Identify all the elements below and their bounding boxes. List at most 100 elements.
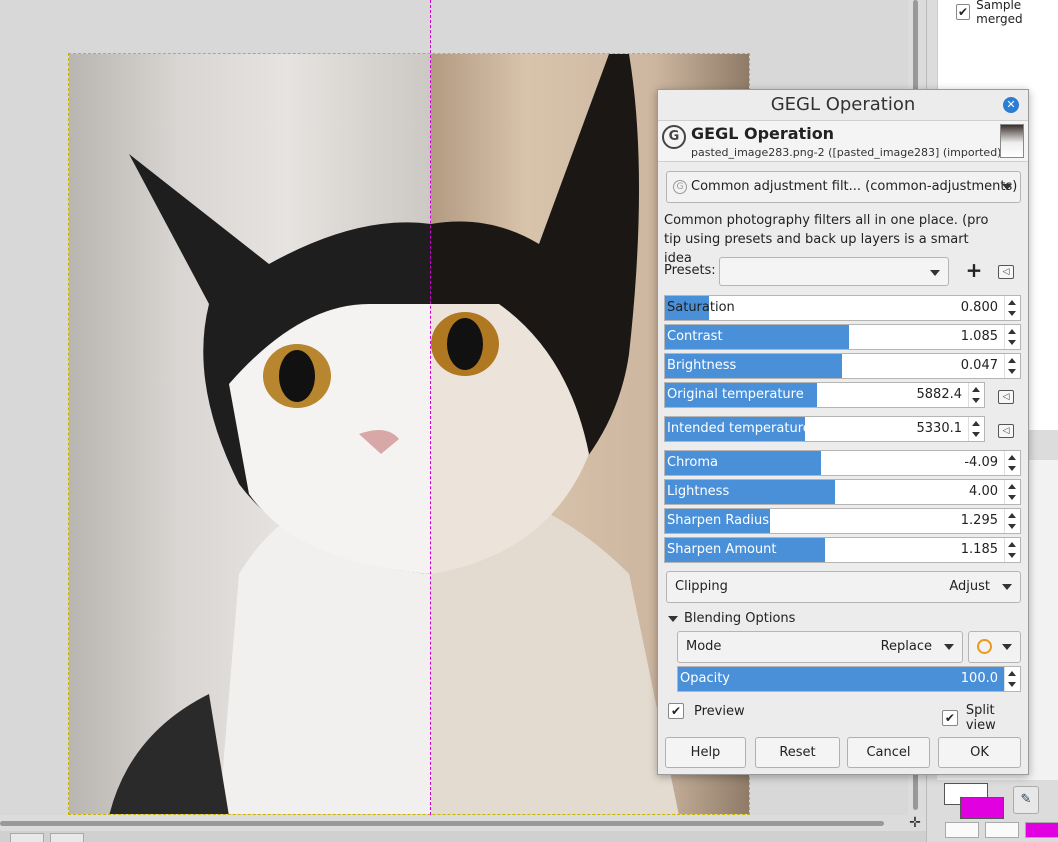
close-icon[interactable]: ✕ [1003,97,1019,113]
opacity-stepper[interactable] [1004,667,1020,691]
blending-options-label: Blending Options [684,611,796,626]
slider-label: Lightness [667,484,730,499]
slider-stepper[interactable] [1004,509,1020,533]
preview-label: Preview [694,703,745,719]
slider-value: 5882.4 [916,387,963,402]
image-thumbnail [1000,124,1024,158]
slider-sharpen-radius[interactable]: Sharpen Radius 1.295 [664,508,1021,534]
split-view-option[interactable]: ✔ Split view [942,703,1028,733]
help-button[interactable]: Help [665,737,746,768]
slider-value: 0.800 [960,300,998,315]
mode-label: Mode [686,639,722,654]
composite-mode-icon [977,639,992,654]
preview-option[interactable]: ✔ Preview [668,703,745,719]
horizontal-scroll-thumb[interactable] [0,821,884,826]
slider-lightness[interactable]: Lightness 4.00 [664,479,1021,505]
navigate-icon[interactable]: ✛ [904,815,926,831]
slider-brightness[interactable]: Brightness 0.047 [664,353,1021,379]
slider-value: 1.185 [960,542,998,557]
slider-value: 1.085 [960,329,998,344]
add-preset-icon[interactable]: + [963,259,985,283]
slider-value: -4.09 [964,455,998,470]
slider-stepper[interactable] [1004,480,1020,504]
vertical-guide[interactable] [430,0,431,815]
background-color-swatch[interactable] [960,797,1004,819]
slider-label: Chroma [667,455,718,470]
operation-select[interactable]: G Common adjustment filt... (common-adju… [666,171,1021,203]
slider-contrast[interactable]: Contrast 1.085 [664,324,1021,350]
slider-value: 4.00 [969,484,998,499]
image-layer[interactable] [68,53,750,815]
gegl-small-icon: G [673,180,687,194]
pattern-swatch[interactable] [1025,822,1058,838]
cat-photo [109,54,679,814]
slider-value: 5330.1 [916,421,963,436]
intended-temperature-picker-icon[interactable]: ◁ [998,424,1014,438]
sample-merged-checkbox[interactable]: ✔ [956,4,971,20]
slider-stepper[interactable] [1004,296,1020,320]
image-subtitle: pasted_image283.png-2 ([pasted_image283]… [691,146,1006,159]
sample-merged-label: Sample merged [976,0,1023,26]
slider-label: Intended temperature [667,421,811,436]
gegl-operation-dialog: GEGL Operation ✕ G GEGL Operation pasted… [657,89,1029,775]
clipping-value: Adjust [949,579,990,594]
slider-stepper[interactable] [968,417,984,441]
slider-label: Brightness [667,358,737,373]
blending-options-expander[interactable]: Blending Options [668,610,795,628]
preset-menu-icon[interactable]: ◁ [998,265,1014,279]
chevron-down-icon [944,644,954,650]
expander-arrow-icon [668,616,678,622]
cancel-button[interactable]: Cancel [847,737,930,768]
slider-label: Contrast [667,329,723,344]
split-view-label: Split view [965,703,996,733]
presets-combo[interactable] [719,257,949,286]
slider-chroma[interactable]: Chroma -4.09 [664,450,1021,476]
slider-original-temperature[interactable]: Original temperature 5882.4 [664,382,985,408]
slider-label: Original temperature [667,387,804,402]
sample-merged-option[interactable]: ✔ Sample merged [956,0,1058,26]
slider-value: 0.047 [960,358,998,373]
opacity-value: 100.0 [960,671,998,686]
preview-checkbox[interactable]: ✔ [668,703,684,719]
dialog-titlebar[interactable]: GEGL Operation [658,90,1028,120]
dialog-header: G GEGL Operation pasted_image283.png-2 (… [658,120,1028,162]
slider-saturation[interactable]: Saturation 0.800 [664,295,1021,321]
opacity-slider[interactable]: Opacity 100.0 [677,666,1021,692]
slider-label: Saturation [667,300,735,315]
gegl-icon: G [662,125,686,149]
color-picker-icon[interactable]: ✎ [1013,786,1039,814]
image-tabs-bar [0,831,930,842]
clipping-combo[interactable]: Clipping Adjust [666,571,1021,603]
slider-stepper[interactable] [1004,325,1020,349]
composite-mode-button[interactable] [968,631,1021,663]
image-tab[interactable] [50,833,84,842]
slider-stepper[interactable] [1004,538,1020,562]
chevron-down-icon [930,270,940,276]
slider-value: 1.295 [960,513,998,528]
chevron-down-icon [1002,584,1012,590]
dialog-heading: GEGL Operation [691,124,835,143]
split-view-checkbox[interactable]: ✔ [942,710,958,726]
gradient-swatch[interactable] [985,822,1019,838]
reset-button[interactable]: Reset [755,737,840,768]
mode-combo[interactable]: Mode Replace [677,631,963,663]
presets-label: Presets: [664,263,716,278]
slider-stepper[interactable] [1004,451,1020,475]
brush-swatch[interactable] [945,822,979,838]
clipping-label: Clipping [675,579,728,594]
opacity-label: Opacity [680,671,731,686]
ok-button[interactable]: OK [938,737,1021,768]
slider-sharpen-amount[interactable]: Sharpen Amount 1.185 [664,537,1021,563]
original-temperature-picker-icon[interactable]: ◁ [998,390,1014,404]
slider-label: Sharpen Radius [667,513,770,528]
horizontal-scrollbar[interactable] [0,815,908,831]
chevron-down-icon [1002,184,1012,190]
image-tab[interactable] [10,833,44,842]
operation-select-value: Common adjustment filt... (common-adjust… [691,179,1018,194]
slider-label: Sharpen Amount [667,542,777,557]
chevron-down-icon [1002,644,1012,650]
slider-intended-temperature[interactable]: Intended temperature 5330.1 [664,416,985,442]
slider-stepper[interactable] [1004,354,1020,378]
mode-value: Replace [880,639,932,654]
slider-stepper[interactable] [968,383,984,407]
